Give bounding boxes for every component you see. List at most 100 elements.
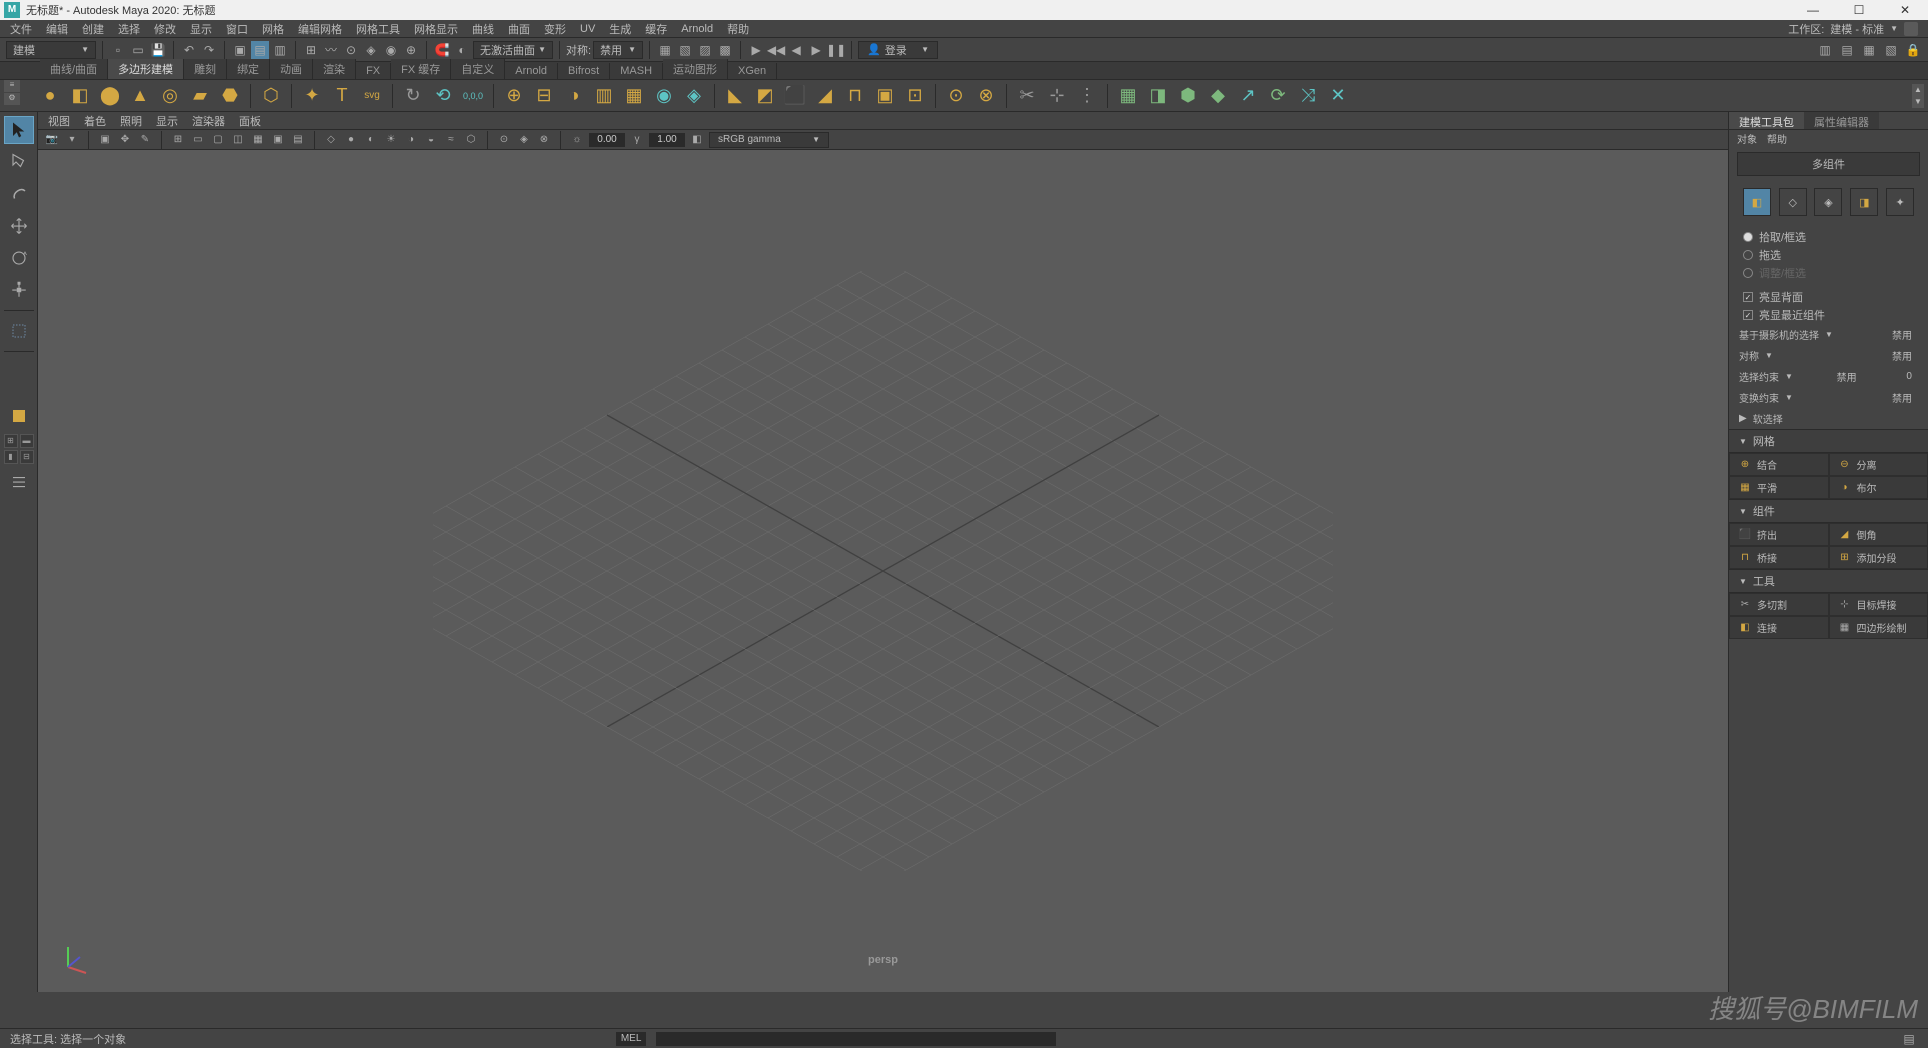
module-dropdown[interactable]: 建模 ▼: [6, 41, 96, 59]
radio-marquee[interactable]: 拾取/框选: [1743, 228, 1914, 246]
vp-exposure-value[interactable]: 0.00: [589, 133, 625, 147]
command-line-input[interactable]: [656, 1032, 1056, 1046]
scale-tool[interactable]: [4, 276, 34, 304]
menu-mesh[interactable]: 网格: [262, 21, 284, 37]
select-tool[interactable]: [4, 116, 34, 144]
select-mode3-icon[interactable]: ▥: [271, 41, 289, 59]
multi-component-button[interactable]: 多组件: [1737, 152, 1920, 176]
platonic-icon[interactable]: ⬡: [259, 84, 283, 108]
layout-2h-icon[interactable]: ▬: [20, 434, 34, 448]
show-manip-tool[interactable]: [4, 317, 34, 345]
quadrangulate-icon[interactable]: ◩: [753, 84, 777, 108]
shelf-tab-bifrost[interactable]: Bifrost: [558, 63, 610, 79]
separate-icon[interactable]: ⊟: [532, 84, 556, 108]
retopo-icon[interactable]: ◉: [652, 84, 676, 108]
check-highlight-nearest[interactable]: ✓亮显最近组件: [1729, 306, 1928, 324]
vp-cm-toggle-icon[interactable]: ◧: [689, 132, 705, 148]
select-mode-icon[interactable]: ▣: [231, 41, 249, 59]
vp-wireframe-icon[interactable]: ◇: [323, 132, 339, 148]
menu-create[interactable]: 创建: [82, 21, 104, 37]
extrude-icon[interactable]: ⬛: [783, 84, 807, 108]
selection-constraint[interactable]: 选择约束▼ 禁用 0: [1729, 366, 1928, 387]
menu-mesh-display[interactable]: 网格显示: [414, 21, 458, 37]
perspective-viewport[interactable]: persp M: [38, 150, 1728, 992]
sculpt-icon[interactable]: ⬢: [1176, 84, 1200, 108]
menu-uv[interactable]: UV: [580, 23, 595, 35]
chevron-down-icon[interactable]: ▼: [1890, 24, 1898, 33]
menu-modify[interactable]: 修改: [154, 21, 176, 37]
shelf-up-icon[interactable]: ▲: [1912, 84, 1924, 96]
ipr-icon[interactable]: ▧: [676, 41, 694, 59]
minimize-button[interactable]: —: [1790, 0, 1836, 20]
shelf-tab-fxcache[interactable]: FX 缓存: [391, 59, 451, 79]
play-icon[interactable]: ▶: [747, 41, 765, 59]
shelf-scroll[interactable]: ▲ ▼: [1912, 84, 1924, 108]
spin-icon[interactable]: ⟳: [1266, 84, 1290, 108]
snap-curve-icon[interactable]: 〰: [322, 41, 340, 59]
crease-icon[interactable]: ◨: [1146, 84, 1170, 108]
menu-curves[interactable]: 曲线: [472, 21, 494, 37]
shelf-tab-poly[interactable]: 多边形建模: [108, 59, 184, 79]
section-tools[interactable]: ▼工具: [1729, 569, 1928, 593]
quad-draw-icon[interactable]: ▦: [1116, 84, 1140, 108]
menu-generate[interactable]: 生成: [609, 21, 631, 37]
render-settings-icon[interactable]: ▨: [696, 41, 714, 59]
maximize-button[interactable]: ☐: [1836, 0, 1882, 20]
render-view-icon[interactable]: ▩: [716, 41, 734, 59]
shelf-editor[interactable]: ≡ ⚙: [4, 80, 24, 105]
comp-bevel[interactable]: ◢倒角: [1829, 523, 1928, 546]
menu-select[interactable]: 选择: [118, 21, 140, 37]
vp-safe-action-icon[interactable]: ▣: [270, 132, 286, 148]
snap-point-icon[interactable]: ⊙: [342, 41, 360, 59]
radio-tweak[interactable]: 调整/框选: [1743, 264, 1914, 282]
vp-textured-icon[interactable]: ◐: [363, 132, 379, 148]
menu-window[interactable]: 窗口: [226, 21, 248, 37]
layout-3-icon[interactable]: ⊟: [20, 450, 34, 464]
uv-mode-icon[interactable]: ✦: [1886, 188, 1914, 216]
soft-select-row[interactable]: ▶软选择: [1729, 408, 1928, 429]
snap-live-icon[interactable]: ◉: [382, 41, 400, 59]
vertex-mode-icon[interactable]: ◇: [1779, 188, 1807, 216]
snap-together-icon[interactable]: ⟲: [431, 84, 455, 108]
vp-menu-renderer[interactable]: 渲染器: [192, 113, 225, 129]
color-mgmt-dropdown[interactable]: sRGB gamma ▼: [709, 132, 829, 148]
vp-ao-icon[interactable]: ◒: [423, 132, 439, 148]
vp-shadows-icon[interactable]: ◑: [403, 132, 419, 148]
camera-based-select[interactable]: 基于摄影机的选择▼ 禁用: [1729, 324, 1928, 345]
object-mode-icon[interactable]: ◧: [1743, 188, 1771, 216]
outliner-toggle-icon[interactable]: [4, 468, 34, 496]
mirror-icon[interactable]: ▥: [592, 84, 616, 108]
close-button[interactable]: ✕: [1882, 0, 1928, 20]
shelf-tab-sculpt[interactable]: 雕刻: [184, 59, 227, 79]
shelf-tab-arnold[interactable]: Arnold: [505, 63, 558, 79]
section-mesh[interactable]: ▼网格: [1729, 429, 1928, 453]
tool-connect[interactable]: ◧连接: [1729, 616, 1829, 639]
menu-file[interactable]: 文件: [10, 21, 32, 37]
poly-plane-icon[interactable]: ▰: [188, 84, 212, 108]
rewind-icon[interactable]: ◀◀: [767, 41, 785, 59]
comp-extrude[interactable]: ⬛挤出: [1729, 523, 1829, 546]
live-surface-icon[interactable]: ◐: [453, 41, 471, 59]
rotate-tool[interactable]: [4, 244, 34, 272]
mesh-smooth[interactable]: ▦平滑: [1729, 476, 1829, 499]
poly-cone-icon[interactable]: ▲: [128, 84, 152, 108]
toggle-panel3-icon[interactable]: ▦: [1860, 41, 1878, 59]
vp-film-gate-icon[interactable]: ▭: [190, 132, 206, 148]
fill-hole-icon[interactable]: ⊡: [903, 84, 927, 108]
workspace-icon[interactable]: [1904, 22, 1918, 36]
vp-smooth-shade-icon[interactable]: ●: [343, 132, 359, 148]
radio-drag[interactable]: 拖选: [1743, 246, 1914, 264]
vp-use-lights-icon[interactable]: ☀: [383, 132, 399, 148]
vp-menu-show[interactable]: 显示: [156, 113, 178, 129]
vp-gamma-value[interactable]: 1.00: [649, 133, 685, 147]
select-mode2-icon[interactable]: ▤: [251, 41, 269, 59]
snap-center-icon[interactable]: ⊕: [402, 41, 420, 59]
menu-arnold[interactable]: Arnold: [681, 23, 713, 35]
tool-multicut[interactable]: ✂多切割: [1729, 593, 1829, 616]
shelf-down-icon[interactable]: ▼: [1912, 96, 1924, 108]
super-shape-icon[interactable]: ✦: [300, 84, 324, 108]
vp-image-plane-icon[interactable]: ▣: [97, 132, 113, 148]
shelf-tab-render[interactable]: 渲染: [313, 59, 356, 79]
menu-edit-mesh[interactable]: 编辑网格: [298, 21, 342, 37]
circularize-icon[interactable]: ⊙: [944, 84, 968, 108]
